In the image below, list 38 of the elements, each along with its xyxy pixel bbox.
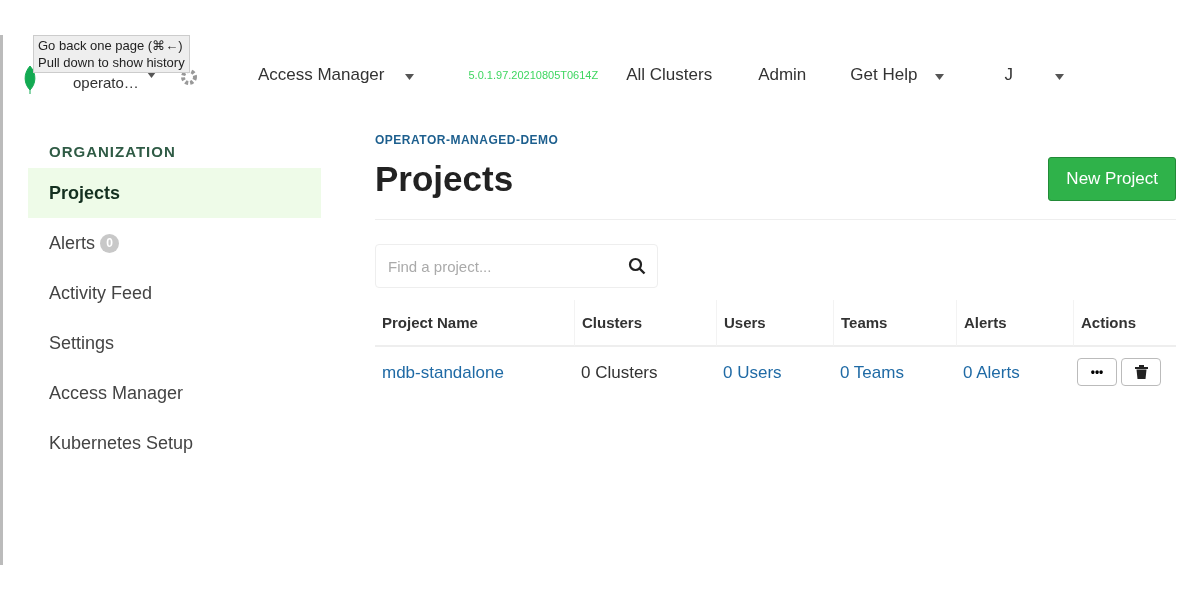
nav-link[interactable]: All Clusters: [626, 65, 713, 85]
more-button[interactable]: •••: [1077, 358, 1117, 386]
page-title: Projects: [375, 159, 514, 199]
caret-icon: [404, 74, 414, 80]
nav-link[interactable]: Admin: [758, 65, 807, 85]
nav-menu[interactable]: J: [1004, 65, 1064, 85]
search-field[interactable]: Find a project...: [375, 244, 658, 288]
column-header: Actions: [1073, 300, 1176, 347]
sidebar-item[interactable]: Access Manager: [28, 368, 321, 418]
column-header: Teams: [833, 300, 956, 347]
leaf-logo-icon[interactable]: [23, 66, 37, 94]
table-link[interactable]: mdb-standalone: [382, 363, 504, 382]
search-icon[interactable]: [628, 257, 646, 275]
gear-icon[interactable]: [179, 68, 198, 86]
breadcrumb[interactable]: OPERATOR-MANAGED-DEMO: [375, 133, 1176, 147]
column-header: Alerts: [956, 300, 1073, 347]
organization-selector[interactable]: operato…: [73, 73, 139, 91]
caret-icon: [935, 74, 945, 80]
tooltip-text: Go back one page (⌘←): [38, 37, 184, 54]
caret-icon: [1054, 74, 1064, 80]
sidebar-item[interactable]: Projects: [28, 168, 321, 218]
trash-icon: [1134, 365, 1148, 379]
sidebar-item[interactable]: Kubernetes Setup: [28, 418, 321, 468]
sidebar-item[interactable]: Activity Feed: [28, 268, 321, 318]
nav-menu[interactable]: Access Manager: [257, 65, 414, 85]
column-header: Clusters: [574, 300, 716, 347]
delete-button[interactable]: [1121, 358, 1161, 386]
nav-menu[interactable]: Get Help: [850, 65, 945, 85]
tooltip-text: Pull down to show history: [38, 54, 185, 71]
version-label: 5.0.1.97.20210805T0614Z: [468, 69, 599, 81]
sidebar-heading: ORGANIZATION: [48, 143, 177, 160]
table-link[interactable]: 0 Alerts: [963, 363, 1020, 382]
column-header: Users: [716, 300, 833, 347]
table-cell: 0 Clusters: [581, 363, 658, 382]
table-link[interactable]: 0 Teams: [840, 363, 904, 382]
table-link[interactable]: 0 Users: [723, 363, 782, 382]
column-header: Project Name: [375, 300, 574, 347]
sidebar-item[interactable]: Settings: [28, 318, 321, 368]
